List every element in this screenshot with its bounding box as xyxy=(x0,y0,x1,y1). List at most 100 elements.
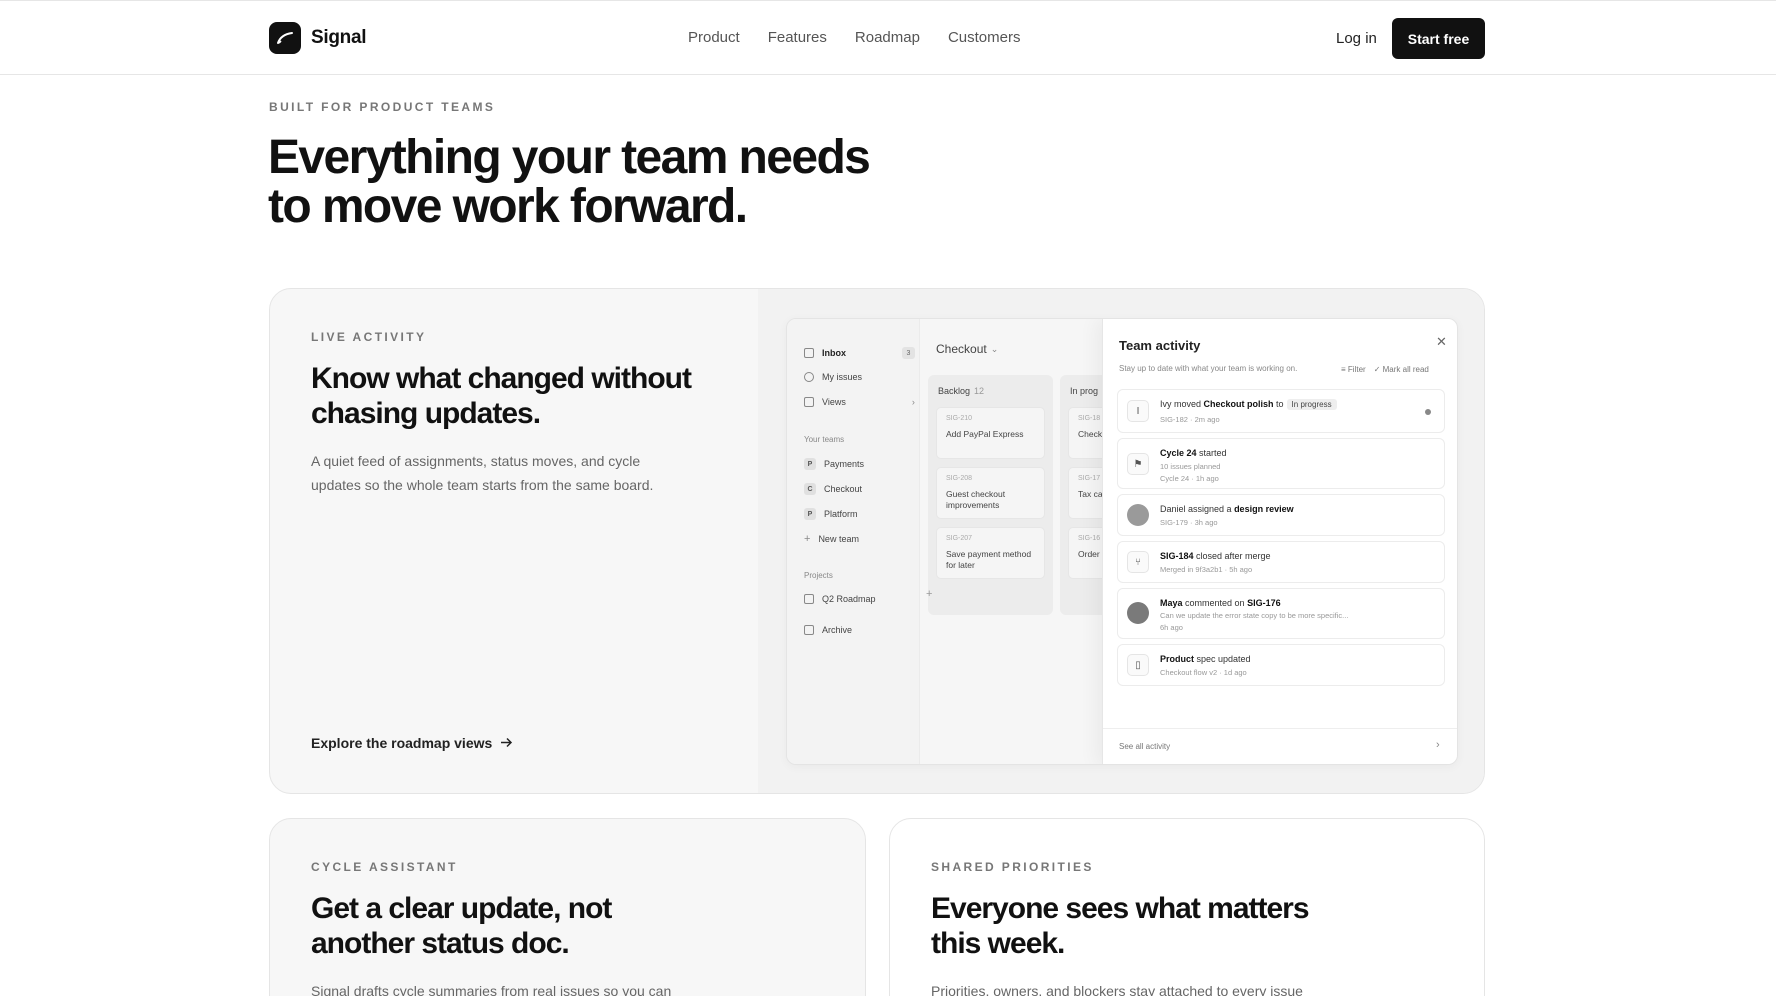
team-chip: P xyxy=(804,458,816,470)
hero-title: Everything your team needs to move work … xyxy=(268,133,968,231)
activity-text: Cycle 24 started xyxy=(1160,448,1227,458)
issue-title: Save payment method for later xyxy=(946,549,1032,570)
nav-product[interactable]: Product xyxy=(688,29,740,46)
column-header: In prog xyxy=(1070,386,1099,396)
sidebar-item-q2-roadmap[interactable]: Q2 Roadmap xyxy=(804,594,876,604)
activity-text: SIG-184 closed after merge xyxy=(1160,551,1271,561)
card-title-line: Everyone sees what matters xyxy=(931,892,1310,925)
issue-card[interactable]: SIG-210 Add PayPal Express xyxy=(936,407,1045,459)
activity-text-part: closed after merge xyxy=(1193,551,1271,561)
issue-card[interactable]: SIG-207 Save payment method for later xyxy=(936,527,1045,579)
app-mockup: Inbox 3 My issues Views › Your teams P P… xyxy=(786,318,1458,765)
inbox-count-badge: 3 xyxy=(902,347,915,359)
brand[interactable]: Signal xyxy=(269,22,367,54)
start-free-button[interactable]: Start free xyxy=(1392,18,1485,59)
card-title-line: this week. xyxy=(931,927,1065,960)
issue-id: SIG-16 xyxy=(1078,535,1101,542)
document-icon: ▯ xyxy=(1127,654,1149,676)
plus-icon: + xyxy=(804,533,811,545)
live-activity-card: LIVE ACTIVITY Know what changed without … xyxy=(269,288,1485,794)
card-desc-line: A quiet feed of assignments, status move… xyxy=(311,453,641,469)
activity-meta: Cycle 24 · 1h ago xyxy=(1160,474,1219,483)
git-merge-icon: ⑂ xyxy=(1127,551,1149,573)
issue-id: SIG-210 xyxy=(946,415,973,422)
activity-meta: SIG-179 · 3h ago xyxy=(1160,518,1218,527)
board-title[interactable]: Checkout ⌄ xyxy=(936,342,998,356)
sidebar-item-views[interactable]: Views › xyxy=(804,397,915,407)
mock-sidebar: Inbox 3 My issues Views › Your teams P P… xyxy=(787,319,920,764)
sidebar-item-platform[interactable]: P Platform xyxy=(804,508,858,520)
activity-text-part: Ivy moved xyxy=(1160,399,1204,409)
product-preview: Inbox 3 My issues Views › Your teams P P… xyxy=(758,289,1484,793)
issue-id: SIG-17 xyxy=(1078,475,1101,482)
sidebar-item-label: Inbox xyxy=(822,348,846,358)
activity-subject: Maya xyxy=(1160,598,1183,608)
activity-meta-secondary: 10 issues planned xyxy=(1160,462,1221,471)
filter-button[interactable]: ≡ Filter xyxy=(1341,365,1366,374)
brand-name: Signal xyxy=(311,27,367,48)
activity-item[interactable]: I Ivy moved Checkout polish to In progres… xyxy=(1117,389,1445,433)
sidebar-item-checkout[interactable]: C Checkout xyxy=(804,483,862,495)
activity-subject: Product xyxy=(1160,654,1195,664)
explore-roadmap-link[interactable]: Explore the roadmap views xyxy=(311,735,513,751)
login-link[interactable]: Log in xyxy=(1336,30,1377,47)
activity-text-part: started xyxy=(1196,448,1227,458)
card-title: Everyone sees what matters this week. xyxy=(931,891,1310,961)
nav-features[interactable]: Features xyxy=(768,29,827,46)
card-title: Get a clear update, not another status d… xyxy=(311,891,612,961)
flag-icon: ⚑ xyxy=(1127,453,1149,475)
issue-card[interactable]: SIG-208 Guest checkout improvements xyxy=(936,467,1045,519)
card-eyebrow: SHARED PRIORITIES xyxy=(931,860,1094,874)
activity-text: Maya commented on SIG-176 xyxy=(1160,598,1281,608)
team-activity-panel: Team activity ✕ Stay up to date with wha… xyxy=(1102,319,1457,764)
sidebar-item-payments[interactable]: P Payments xyxy=(804,458,864,470)
avatar xyxy=(1127,602,1149,624)
sidebar-item-label: Checkout xyxy=(824,484,863,494)
sidebar-item-new-team[interactable]: + New team xyxy=(804,533,859,545)
add-issue-icon[interactable]: + xyxy=(926,588,932,600)
hero-title-line: Everything your team needs xyxy=(268,131,871,184)
activity-subject: SIG-184 xyxy=(1160,551,1194,561)
avatar xyxy=(1127,504,1149,526)
board-title-label: Checkout xyxy=(936,342,987,356)
sidebar-item-archive[interactable]: Archive xyxy=(804,625,852,635)
sidebar-item-label: Views xyxy=(822,397,846,407)
chevron-right-icon: › xyxy=(911,397,915,407)
column-header: Backlog 12 xyxy=(938,386,984,396)
calendar-icon xyxy=(804,594,814,604)
activity-meta: Checkout flow v2 · 1d ago xyxy=(1160,668,1247,677)
activity-item[interactable]: ⑂ SIG-184 closed after merge Merged in 9… xyxy=(1117,541,1445,583)
nav-customers[interactable]: Customers xyxy=(948,29,1021,46)
sidebar-item-my-issues[interactable]: My issues xyxy=(804,372,862,382)
column-count: 12 xyxy=(974,386,985,396)
see-all-label: See all activity xyxy=(1119,742,1171,751)
hero-title-line: to move work forward. xyxy=(268,180,748,233)
teams-section-label: Your teams xyxy=(804,435,845,444)
activity-subject: Cycle 24 xyxy=(1160,448,1197,458)
activity-text-part: Daniel assigned a xyxy=(1160,504,1235,514)
card-title-line: Know what changed without xyxy=(311,362,692,395)
activity-item[interactable]: ⚑ Cycle 24 started 10 issues planned Cyc… xyxy=(1117,438,1445,489)
activity-item[interactable]: Maya commented on SIG-176 Can we update … xyxy=(1117,588,1445,639)
sidebar-item-label: My issues xyxy=(822,372,863,382)
panel-subtitle: Stay up to date with what your team is w… xyxy=(1119,364,1298,373)
activity-item[interactable]: Daniel assigned a design review SIG-179 … xyxy=(1117,494,1445,536)
activity-text-part: to xyxy=(1273,399,1284,409)
mark-all-read-button[interactable]: ✓ Mark all read xyxy=(1374,365,1429,374)
nav-roadmap[interactable]: Roadmap xyxy=(855,29,920,46)
top-navigation: Signal Product Features Roadmap Customer… xyxy=(0,0,1776,75)
check-icon: ✓ xyxy=(1373,365,1381,374)
activity-text-part: commented on xyxy=(1182,598,1248,608)
sidebar-item-inbox[interactable]: Inbox 3 xyxy=(804,347,915,359)
see-all-activity-link[interactable]: See all activity › xyxy=(1103,728,1457,764)
activity-meta: SIG-182 · 2m ago xyxy=(1160,415,1220,424)
hero-eyebrow: BUILT FOR PRODUCT TEAMS xyxy=(269,100,496,114)
arrow-right-icon xyxy=(500,735,513,751)
team-chip: P xyxy=(804,508,816,520)
activity-item[interactable]: ▯ Product spec updated Checkout flow v2 … xyxy=(1117,644,1445,686)
cycle-assistant-card: CYCLE ASSISTANT Get a clear update, not … xyxy=(269,818,866,996)
card-title-line: chasing updates. xyxy=(311,397,541,430)
activity-text: Daniel assigned a design review xyxy=(1160,504,1294,514)
layers-icon xyxy=(804,397,814,407)
close-icon[interactable]: ✕ xyxy=(1436,334,1447,350)
